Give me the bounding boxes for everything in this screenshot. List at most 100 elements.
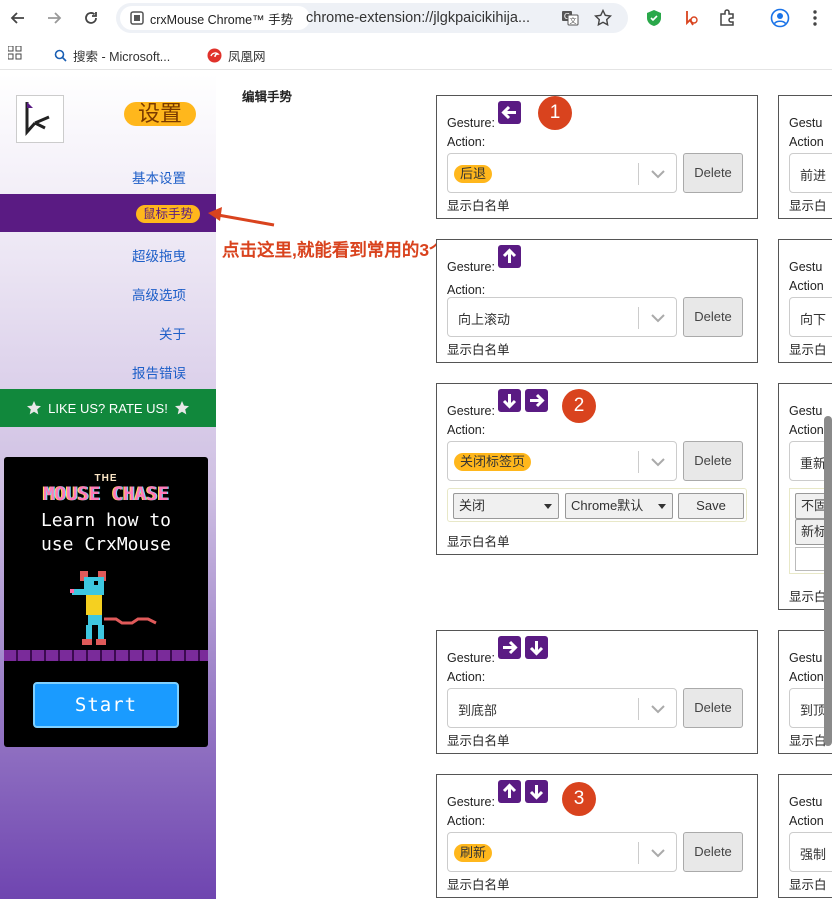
action-select[interactable]: 向上滚动 bbox=[447, 297, 677, 337]
select-separator bbox=[638, 307, 639, 329]
arrow-up-icon bbox=[498, 245, 521, 268]
show-whitelist-link[interactable]: 显示白 bbox=[789, 874, 827, 893]
address-bar[interactable]: crxMouse Chrome™ 手势 chrome-extension://j… bbox=[116, 3, 628, 33]
bookmark-label: 搜索 - Microsoft... bbox=[73, 50, 171, 64]
settings-title: 设置 bbox=[124, 102, 196, 126]
action-label: Action: bbox=[447, 423, 486, 437]
action-select[interactable]: 向下 bbox=[789, 297, 832, 337]
apps-grid-icon[interactable] bbox=[8, 46, 22, 60]
delete-button[interactable]: Delete bbox=[683, 688, 743, 728]
select-separator bbox=[638, 451, 639, 473]
action-select[interactable]: 到底部 bbox=[447, 688, 677, 728]
rate-us-label: LIKE US? RATE US! bbox=[48, 400, 168, 416]
chevron-down-icon[interactable] bbox=[650, 311, 666, 325]
sidebar-item-report-bug[interactable]: 报告错误 bbox=[132, 362, 186, 382]
show-whitelist-link[interactable]: 显示白名单 bbox=[447, 195, 510, 214]
bookmark-ifeng[interactable]: 凤凰网 bbox=[207, 46, 266, 65]
sidebar-item-advanced[interactable]: 高级选项 bbox=[132, 284, 186, 304]
arrow-down-icon bbox=[525, 780, 548, 803]
delete-button[interactable]: Delete bbox=[683, 832, 743, 872]
chevron-down-icon[interactable] bbox=[650, 846, 666, 860]
forward-icon[interactable] bbox=[42, 6, 66, 30]
show-whitelist-link[interactable]: 显示白 bbox=[789, 195, 827, 214]
gesture-label: Gesture: bbox=[447, 795, 495, 809]
action-value: 前进 bbox=[800, 168, 827, 183]
action-select[interactable]: 刷新 bbox=[447, 832, 677, 872]
action-select[interactable]: 后退 bbox=[447, 153, 677, 193]
close-option-select[interactable]: 关闭 bbox=[453, 493, 559, 519]
action-select[interactable]: 关闭标签页 bbox=[447, 441, 677, 481]
gesture-label: Gesture: bbox=[447, 116, 495, 130]
extensions-puzzle-icon[interactable] bbox=[716, 7, 738, 29]
action-label: Action: bbox=[447, 814, 486, 828]
menu-kebab-icon[interactable] bbox=[804, 7, 826, 29]
gesture-card-partial: Gestu Action 强制 显示白 bbox=[778, 774, 832, 898]
action-label: Action bbox=[789, 135, 824, 149]
sidebar: 设置 基本设置 鼠标手势 超级拖曳 高级选项 关于 报告错误 LIKE US? … bbox=[0, 74, 216, 899]
action-value: 关闭标签页 bbox=[454, 453, 532, 471]
show-whitelist-link[interactable]: 显示白名单 bbox=[447, 339, 510, 358]
action-label: Action bbox=[789, 279, 824, 293]
search-icon bbox=[54, 49, 67, 62]
show-whitelist-link[interactable]: 显示白 bbox=[789, 730, 827, 749]
page-scrollbar[interactable] bbox=[824, 416, 832, 746]
star-icon[interactable] bbox=[593, 8, 613, 28]
sidebar-item-label: 鼠标手势 bbox=[135, 205, 200, 223]
sidebar-item-about[interactable]: 关于 bbox=[159, 323, 186, 343]
url-text[interactable]: chrome-extension://jlgkpaicikihija... bbox=[306, 10, 530, 26]
annotation-arrow-icon bbox=[208, 207, 275, 227]
promo-start-button[interactable]: Start bbox=[33, 682, 179, 728]
show-whitelist-link[interactable]: 显示白名单 bbox=[447, 730, 510, 749]
delete-button[interactable]: Delete bbox=[683, 297, 743, 337]
translate-icon[interactable]: G文 bbox=[560, 8, 580, 28]
delete-button[interactable]: Delete bbox=[683, 441, 743, 481]
action-value: 向下 bbox=[800, 312, 827, 327]
gesture-card: Gesture: 1 Action: 后退 Delete 显示白名单 bbox=[436, 95, 758, 219]
shield-icon[interactable] bbox=[643, 7, 665, 29]
show-whitelist-link[interactable]: 显示白 bbox=[789, 586, 827, 605]
step-number-badge: 2 bbox=[562, 389, 596, 423]
arrow-down-icon bbox=[498, 389, 521, 412]
select-separator bbox=[638, 842, 639, 864]
action-label: Action: bbox=[447, 283, 486, 297]
promo-line-1: Learn how to bbox=[40, 510, 172, 531]
chevron-down-icon[interactable] bbox=[650, 702, 666, 716]
save-button[interactable]: Save bbox=[678, 493, 744, 519]
action-options-panel: 关闭 Chrome默认 Save bbox=[447, 488, 747, 522]
action-value: 向上滚动 bbox=[458, 312, 511, 327]
reload-icon[interactable] bbox=[79, 6, 103, 30]
action-value: 强制 bbox=[800, 847, 827, 862]
gesture-label: Gestu bbox=[789, 260, 823, 274]
action-select[interactable]: 前进 bbox=[789, 153, 832, 193]
select-separator bbox=[638, 163, 639, 185]
browser-toolbar: crxMouse Chrome™ 手势 chrome-extension://j… bbox=[0, 0, 832, 36]
delete-button[interactable]: Delete bbox=[683, 153, 743, 193]
action-value: 重新 bbox=[800, 456, 827, 471]
mouse-gesture-ext-icon[interactable] bbox=[680, 7, 702, 29]
chevron-down-icon[interactable] bbox=[650, 167, 666, 181]
sidebar-item-super-drag[interactable]: 超级拖曳 bbox=[132, 245, 186, 265]
sidebar-item-basic-settings[interactable]: 基本设置 bbox=[132, 167, 186, 187]
rate-us-bar[interactable]: LIKE US? RATE US! bbox=[0, 389, 216, 427]
site-info-chip[interactable]: crxMouse Chrome™ 手势 bbox=[120, 6, 310, 30]
show-whitelist-link[interactable]: 显示白名单 bbox=[447, 531, 510, 550]
show-whitelist-link[interactable]: 显示白名单 bbox=[447, 874, 510, 893]
bookmarks-bar: 搜索 - Microsoft... 凤凰网 bbox=[0, 40, 832, 70]
bookmark-microsoft-search[interactable]: 搜索 - Microsoft... bbox=[54, 46, 170, 65]
profile-avatar-icon[interactable] bbox=[769, 7, 791, 29]
arrow-up-icon bbox=[498, 780, 521, 803]
gesture-card: Gesture: 3 Action: 刷新 Delete 显示白名单 bbox=[436, 774, 758, 898]
show-whitelist-link[interactable]: 显示白 bbox=[789, 339, 827, 358]
arrow-right-icon bbox=[525, 389, 548, 412]
gesture-label: Gestu bbox=[789, 404, 823, 418]
sidebar-item-mouse-gestures[interactable]: 鼠标手势 bbox=[0, 194, 216, 232]
promo-floor bbox=[4, 650, 208, 661]
chevron-down-icon[interactable] bbox=[650, 455, 666, 469]
gesture-card: Gesture: Action: 向上滚动 Delete 显示白名单 bbox=[436, 239, 758, 363]
action-select[interactable]: 强制 bbox=[789, 832, 832, 872]
back-icon[interactable] bbox=[6, 6, 30, 30]
tab-focus-select[interactable]: Chrome默认 bbox=[565, 493, 673, 519]
action-label: Action bbox=[789, 814, 824, 828]
pixel-mouse-mascot-icon bbox=[70, 571, 157, 645]
arrow-down-icon bbox=[525, 636, 548, 659]
